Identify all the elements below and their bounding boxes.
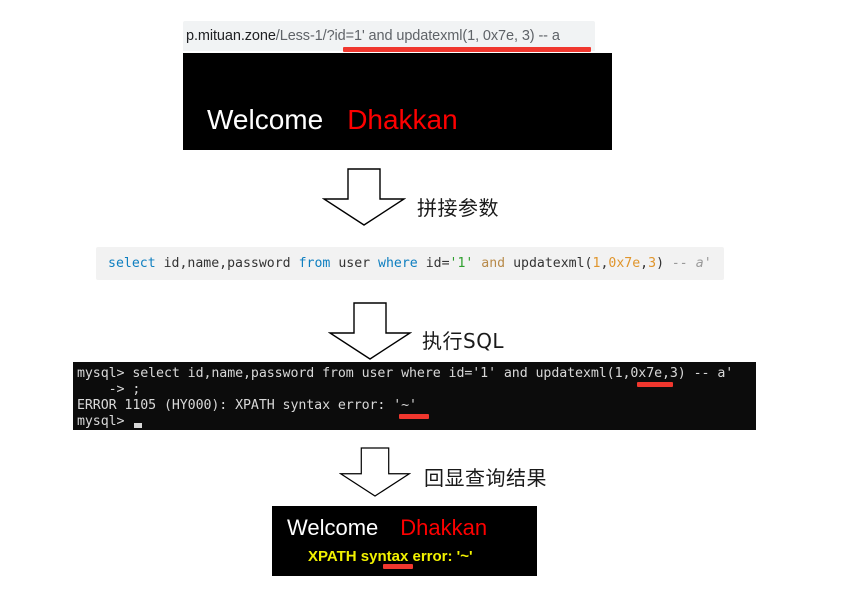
terminal-highlight-underline-2 xyxy=(399,414,429,419)
url-highlight-underline xyxy=(343,47,591,52)
sql-token: '1' xyxy=(449,256,474,271)
sql-code-text: select id,name,password from user where … xyxy=(108,253,712,274)
terminal-line-4: mysql> xyxy=(77,414,133,429)
bottom-welcome-text: Welcome xyxy=(287,515,379,540)
top-welcome-text: Welcome xyxy=(207,104,324,135)
terminal-line-3: ERROR 1105 (HY000): XPATH syntax error: … xyxy=(77,398,417,413)
bottom-error-highlight-underline xyxy=(383,564,413,569)
sql-token: , xyxy=(640,256,649,271)
step-label-2: 执行SQL xyxy=(422,329,505,353)
sql-token: from xyxy=(298,256,331,271)
mysql-terminal: mysql> select id,name,password from user… xyxy=(73,362,756,430)
sql-token: where xyxy=(378,256,418,271)
top-username-text: Dhakkan xyxy=(347,104,458,135)
flow-arrow-3 xyxy=(339,443,411,501)
flow-arrow-1 xyxy=(322,168,406,226)
sql-token: and xyxy=(481,256,506,271)
terminal-highlight-underline-1 xyxy=(637,382,673,387)
sql-token: id,name,password xyxy=(163,256,291,271)
sql-token: id= xyxy=(425,256,450,271)
url-path: /Less-1/?id=1' and updatexml(1, 0x7e, 3)… xyxy=(275,28,560,44)
sql-token: updatexml( xyxy=(513,256,593,271)
step-label-3: 回显查询结果 xyxy=(424,466,547,490)
sql-token: 0x7e xyxy=(608,256,641,271)
terminal-line-2: -> ; xyxy=(77,382,141,397)
flow-arrow-2 xyxy=(328,302,412,360)
top-page-render: Welcome Dhakkan xyxy=(183,53,612,150)
step-label-1: 拼接参数 xyxy=(417,196,499,220)
sql-token: ) xyxy=(656,256,665,271)
bottom-username-text: Dhakkan xyxy=(400,515,488,540)
sql-token: 3 xyxy=(648,256,657,271)
url-host: p.mituan.zone xyxy=(186,28,276,44)
sql-token: user xyxy=(338,256,371,271)
bottom-welcome-line: Welcome Dhakkan xyxy=(287,514,487,542)
sql-code-block: select id,name,password from user where … xyxy=(96,247,724,280)
top-welcome-line: Welcome Dhakkan xyxy=(207,103,458,137)
sql-token: -- a' xyxy=(671,256,712,271)
terminal-line-1: mysql> select id,name,password from user… xyxy=(77,366,734,381)
url-text: p.mituan.zone/Less-1/?id=1' and updatexm… xyxy=(186,25,560,47)
terminal-cursor xyxy=(134,423,142,428)
sql-token: select xyxy=(108,256,156,271)
